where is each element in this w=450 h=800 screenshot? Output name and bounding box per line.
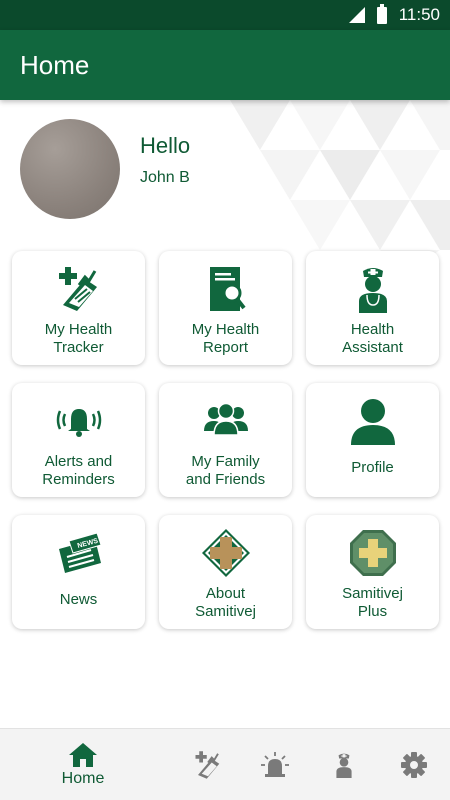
tile-label: About Samitivej [195, 585, 256, 620]
tile-label: News [59, 591, 98, 608]
gear-icon [401, 752, 427, 778]
nurse-icon [336, 753, 352, 778]
nav-health-tracker[interactable] [188, 745, 228, 785]
bell-icon [55, 397, 103, 445]
tile-label: Profile [351, 459, 394, 476]
nav-alerts[interactable] [255, 745, 295, 785]
tile-label: My Health Report [191, 321, 260, 356]
background-pattern [230, 100, 450, 270]
bottom-nav: Home [0, 728, 450, 800]
alarm-icon [261, 752, 289, 777]
signal-icon [348, 7, 365, 23]
nav-settings[interactable] [394, 745, 434, 785]
profile-header: Hello John B [20, 119, 190, 219]
tile-label: My Family and Friends [185, 453, 266, 488]
home-icon [69, 742, 97, 767]
app-bar: Home [0, 30, 450, 100]
menu-grid: My Health Tracker My Health Report Healt… [12, 251, 439, 629]
tile-samitivej-plus[interactable]: Samitivej Plus [306, 515, 439, 629]
tile-profile[interactable]: Profile [306, 383, 439, 497]
page-title: Home [20, 49, 90, 80]
tile-my-family-and-friends[interactable]: My Family and Friends [159, 383, 292, 497]
tile-label: My Health Tracker [44, 321, 113, 356]
status-time: 11:50 [398, 5, 440, 24]
samitivej-plus-icon [349, 529, 397, 577]
greeting-text: Hello [140, 133, 191, 158]
nav-home-label: Home [61, 769, 105, 787]
tile-about-samitivej[interactable]: About Samitivej [159, 515, 292, 629]
tile-my-health-report[interactable]: My Health Report [159, 251, 292, 365]
tile-label: Health Assistant [342, 321, 403, 356]
health-tracker-icon [195, 751, 220, 779]
avatar[interactable] [20, 119, 120, 219]
nav-health-assistant[interactable] [324, 745, 364, 785]
tile-my-health-tracker[interactable]: My Health Tracker [12, 251, 145, 365]
tile-alerts-and-reminders[interactable]: Alerts and Reminders [12, 383, 145, 497]
family-icon [202, 397, 250, 445]
newspaper-icon: NEWS [55, 529, 103, 577]
tile-label: Alerts and Reminders [42, 453, 115, 488]
nurse-icon [349, 265, 397, 313]
user-name: John B [140, 169, 190, 186]
status-bar: 11:50 [0, 0, 450, 30]
home-content: Hello John B My Health Tracker My Health… [0, 100, 450, 728]
person-icon [349, 397, 397, 445]
tile-health-assistant[interactable]: Health Assistant [306, 251, 439, 365]
health-tracker-icon [55, 265, 103, 313]
health-report-icon [202, 265, 250, 313]
samitivej-cross-icon [201, 529, 250, 577]
tile-label: Samitivej Plus [342, 585, 403, 620]
tile-news[interactable]: NEWS News [12, 515, 145, 629]
battery-icon [376, 3, 387, 24]
nav-home[interactable]: Home [38, 742, 128, 788]
